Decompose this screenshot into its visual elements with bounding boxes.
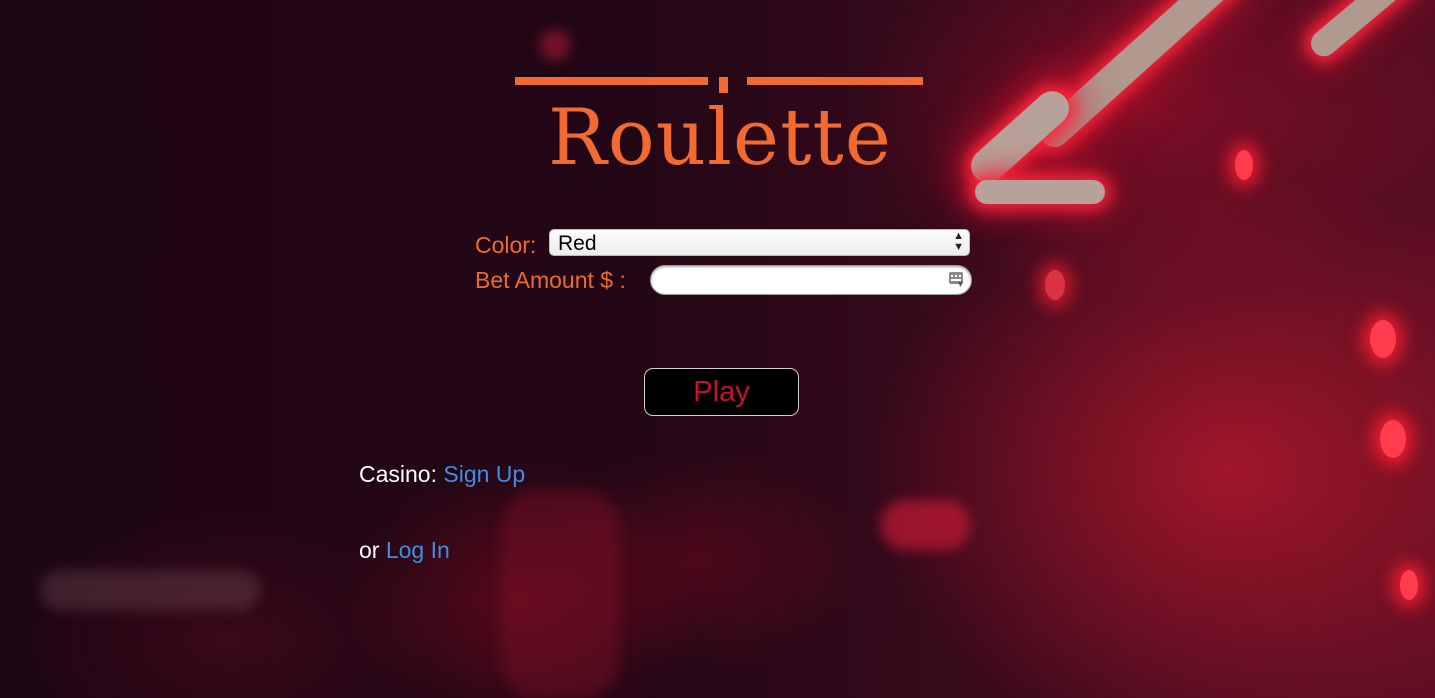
color-select[interactable]: Red ▲ ▼ [549,229,970,256]
title-decoration-bar [747,77,923,85]
light-blur [540,30,570,60]
neon-bulb [1380,420,1406,458]
up-down-arrows-icon: ▲ ▼ [953,230,964,253]
sign-up-link[interactable]: Sign Up [443,461,525,487]
neon-bulb [1370,320,1396,358]
light-blur [40,570,260,610]
light-blur [880,500,970,550]
neon-light-stripe [1305,0,1415,62]
title-decoration-bar [515,77,708,85]
neon-bulb [1045,270,1065,300]
neon-bulb [1400,570,1418,600]
or-prefix: or [359,537,380,563]
casino-prefix: Casino: [359,461,437,487]
bet-amount-label: Bet Amount $ : [475,267,626,293]
keypad-icon[interactable] [949,272,963,287]
log-in-link[interactable]: Log In [386,537,450,563]
light-blur [500,490,620,698]
login-line: or Log In [359,535,450,565]
color-label: Color: [475,232,537,258]
bet-amount-input[interactable] [650,265,972,295]
neon-light-stripe [975,180,1105,204]
neon-light-stripe [1033,0,1247,154]
color-select-value: Red [558,232,597,255]
page-title: Roulette [548,93,892,183]
neon-bulb [1235,150,1253,180]
signup-line: Casino: Sign Up [359,459,525,489]
play-button[interactable]: Play [644,368,799,416]
